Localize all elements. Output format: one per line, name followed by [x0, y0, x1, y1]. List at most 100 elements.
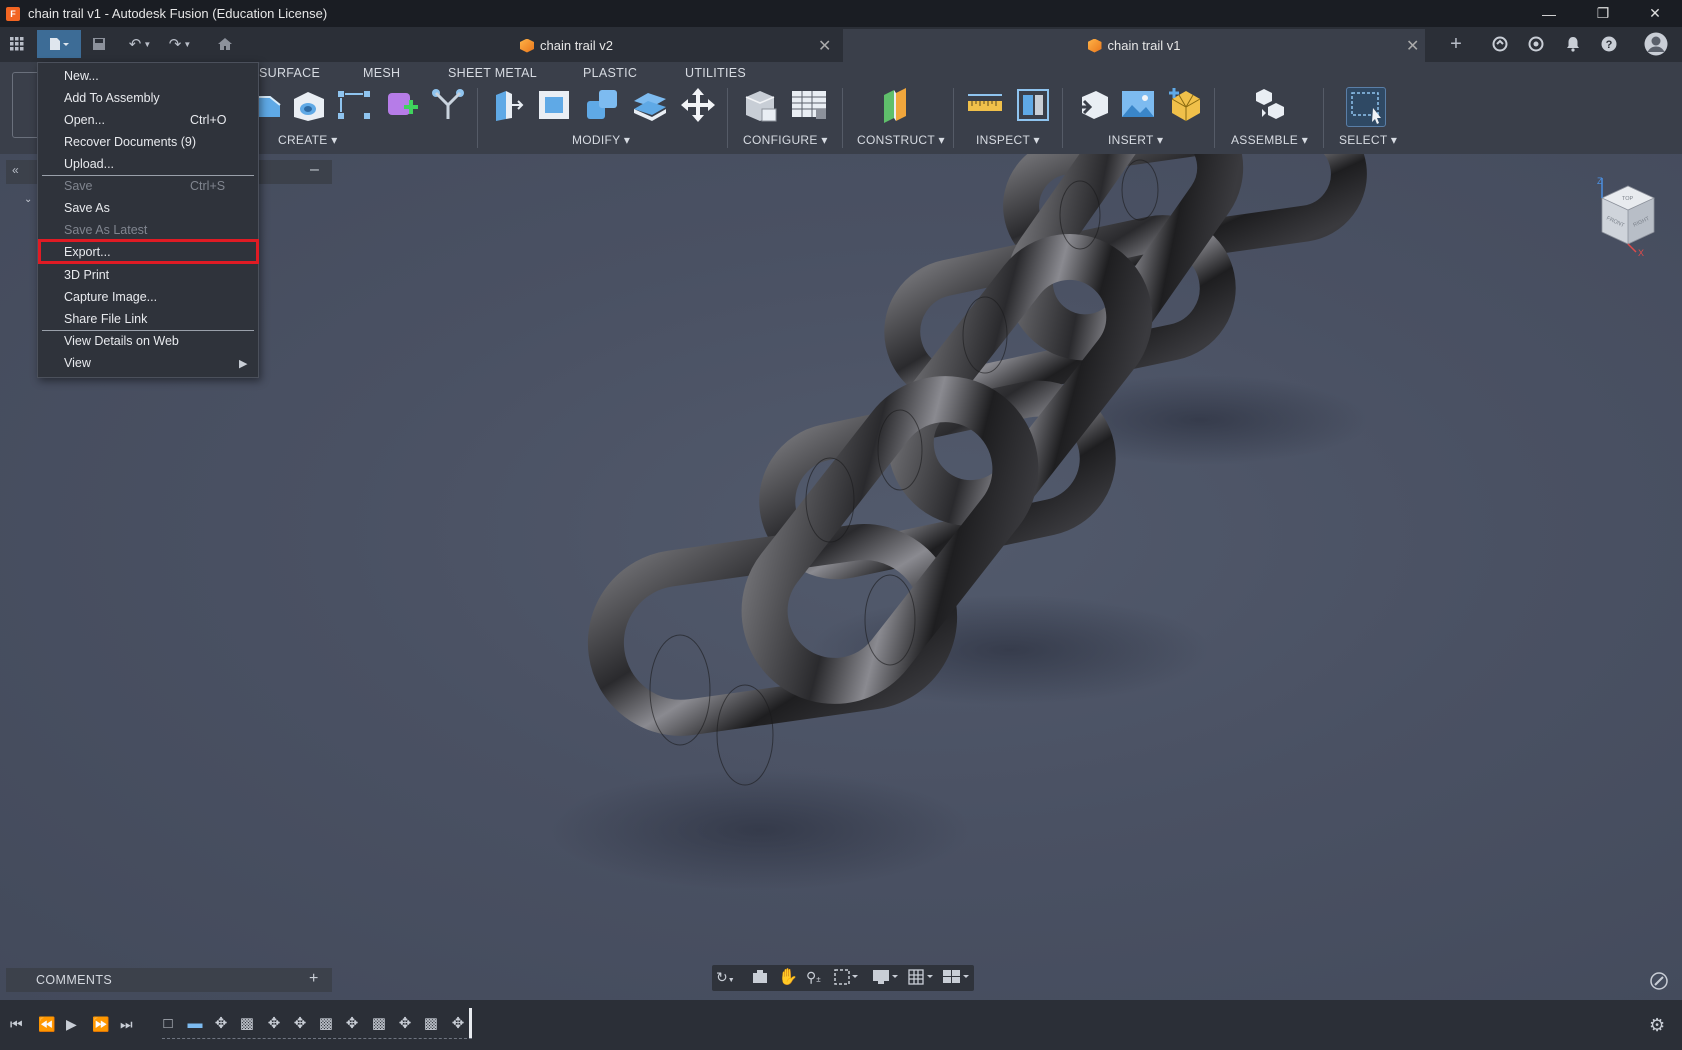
- move-feature-icon[interactable]: ✥: [397, 1016, 413, 1032]
- menu-item-open[interactable]: Open...: [64, 113, 105, 127]
- new-tab-plus-icon[interactable]: +: [1443, 30, 1469, 58]
- minimize-button[interactable]: —: [1524, 0, 1574, 27]
- tab-mesh[interactable]: MESH: [363, 66, 400, 80]
- move-icon[interactable]: [680, 87, 716, 123]
- insert-derive-icon[interactable]: [1074, 87, 1110, 123]
- tab-surface[interactable]: SURFACE: [259, 66, 320, 80]
- pan-hand-icon[interactable]: ✋: [778, 967, 798, 987]
- grid-snaps-icon[interactable]: [908, 969, 934, 990]
- orbit-icon[interactable]: ↻▼: [716, 969, 735, 986]
- move-feature-icon[interactable]: ✥: [213, 1016, 229, 1032]
- menu-item-save-as-latest: Save As Latest: [64, 223, 148, 237]
- move-feature-icon[interactable]: ✥: [450, 1016, 466, 1032]
- viewports-icon[interactable]: [942, 969, 970, 990]
- timeline-previous-icon[interactable]: ⏪: [38, 1016, 55, 1033]
- insert-mesh-icon[interactable]: [1168, 87, 1204, 123]
- close-tab-icon[interactable]: ✕: [818, 36, 831, 56]
- sweep-feature-icon[interactable]: ▬: [187, 1016, 203, 1032]
- menu-item-3d-print[interactable]: 3D Print: [64, 268, 109, 282]
- submenu-arrow-icon: ▶: [239, 358, 248, 370]
- timeline-last-icon[interactable]: ⏭: [120, 1016, 133, 1033]
- derive-icon[interactable]: [430, 87, 466, 123]
- group-select[interactable]: SELECT ▾: [1339, 133, 1397, 147]
- sketch-feature-icon[interactable]: □: [160, 1016, 176, 1032]
- select-window-icon[interactable]: [1346, 87, 1386, 127]
- home-icon[interactable]: [214, 30, 236, 58]
- undo-icon[interactable]: ↶ ▼: [124, 30, 156, 58]
- look-at-icon[interactable]: [752, 970, 768, 989]
- offset-plane-icon[interactable]: [880, 87, 918, 123]
- group-create[interactable]: CREATE ▾: [278, 133, 338, 147]
- user-avatar[interactable]: [1642, 30, 1670, 58]
- restore-button[interactable]: ❐: [1578, 0, 1628, 27]
- menu-item-export[interactable]: Export...: [64, 245, 111, 259]
- timeline-next-icon[interactable]: ⏩: [92, 1016, 109, 1033]
- pattern-feature-icon[interactable]: ▩: [423, 1016, 439, 1032]
- move-feature-icon[interactable]: ✥: [266, 1016, 282, 1032]
- menu-item-recover-documents[interactable]: Recover Documents (9): [64, 135, 196, 149]
- tab-plastic[interactable]: PLASTIC: [583, 66, 637, 80]
- section-analysis-icon[interactable]: [1015, 87, 1051, 123]
- timeline-marker[interactable]: [469, 1008, 472, 1038]
- tab-utilities[interactable]: UTILITIES: [685, 66, 746, 80]
- combine-icon[interactable]: [585, 87, 621, 123]
- add-comment-icon[interactable]: +: [309, 970, 319, 988]
- menu-item-new[interactable]: New...: [64, 69, 99, 83]
- menu-item-add-to-assembly[interactable]: Add To Assembly: [64, 91, 160, 105]
- create-form-icon[interactable]: [384, 87, 420, 123]
- pattern-feature-icon[interactable]: ▩: [239, 1016, 255, 1032]
- group-insert[interactable]: INSERT ▾: [1108, 133, 1163, 147]
- tab-sheet-metal[interactable]: SHEET METAL: [448, 66, 537, 80]
- move-feature-icon[interactable]: ✥: [292, 1016, 308, 1032]
- menu-item-view[interactable]: View: [64, 356, 91, 370]
- rectangular-pattern-icon[interactable]: [336, 87, 372, 123]
- group-modify[interactable]: MODIFY ▾: [572, 133, 630, 147]
- measure-icon[interactable]: [967, 87, 1003, 123]
- menu-item-save-as[interactable]: Save As: [64, 201, 110, 215]
- group-configure[interactable]: CONFIGURE ▾: [743, 133, 828, 147]
- fillet-icon[interactable]: [537, 87, 573, 123]
- file-menu-button[interactable]: [37, 30, 81, 58]
- comments-panel[interactable]: COMMENTS +: [6, 968, 332, 992]
- view-cube[interactable]: Z X TOP FRONT RIGHT: [1590, 176, 1662, 258]
- display-mode-icon[interactable]: [1650, 972, 1668, 995]
- display-settings-icon[interactable]: [872, 969, 898, 990]
- group-inspect[interactable]: INSPECT ▾: [976, 133, 1040, 147]
- canvas-image-icon[interactable]: [1120, 87, 1156, 123]
- fit-icon[interactable]: [834, 969, 858, 990]
- menu-item-share-file-link[interactable]: Share File Link: [64, 312, 147, 326]
- menu-item-upload[interactable]: Upload...: [64, 157, 114, 171]
- close-tab-icon[interactable]: ✕: [1406, 36, 1419, 56]
- help-icon[interactable]: ?: [1596, 30, 1622, 58]
- design-cube-icon: [1087, 38, 1102, 53]
- extensions-icon[interactable]: [1487, 30, 1513, 58]
- configuration-table-icon[interactable]: [790, 87, 828, 123]
- tab-chain-trail-v1[interactable]: chain trail v1: [843, 29, 1425, 62]
- move-feature-icon[interactable]: ✥: [344, 1016, 360, 1032]
- redo-icon[interactable]: ↷ ▼: [164, 30, 196, 58]
- new-component-icon[interactable]: [1252, 87, 1288, 123]
- save-icon[interactable]: [88, 30, 110, 58]
- timeline-settings-gear-icon[interactable]: ⚙: [1649, 1015, 1665, 1036]
- timeline-play-icon[interactable]: ▶: [66, 1016, 77, 1033]
- configure-icon[interactable]: [742, 87, 778, 123]
- menu-item-capture-image[interactable]: Capture Image...: [64, 290, 157, 304]
- press-pull-icon[interactable]: [490, 87, 526, 123]
- collapse-panel-icon[interactable]: «: [12, 163, 19, 177]
- close-window-button[interactable]: ✕: [1630, 0, 1680, 27]
- offset-face-icon[interactable]: [632, 87, 668, 123]
- pattern-feature-icon[interactable]: ▩: [318, 1016, 334, 1032]
- tab-chain-trail-v2[interactable]: chain trail v2: [290, 29, 843, 62]
- minimize-panel-icon[interactable]: –: [310, 161, 319, 179]
- pattern-feature-icon[interactable]: ▩: [371, 1016, 387, 1032]
- zoom-icon[interactable]: ⚲±: [806, 969, 821, 986]
- group-construct[interactable]: CONSTRUCT ▾: [857, 133, 945, 147]
- notifications-bell-icon[interactable]: [1560, 30, 1586, 58]
- expand-chevron-icon[interactable]: ⌄: [24, 194, 32, 205]
- hole-icon[interactable]: [291, 87, 327, 123]
- job-status-icon[interactable]: [1523, 30, 1549, 58]
- timeline-first-icon[interactable]: ⏮: [10, 1016, 23, 1033]
- group-assemble[interactable]: ASSEMBLE ▾: [1231, 133, 1308, 147]
- data-panel-grid-icon[interactable]: [4, 30, 30, 58]
- menu-item-view-details-on-web[interactable]: View Details on Web: [64, 334, 179, 348]
